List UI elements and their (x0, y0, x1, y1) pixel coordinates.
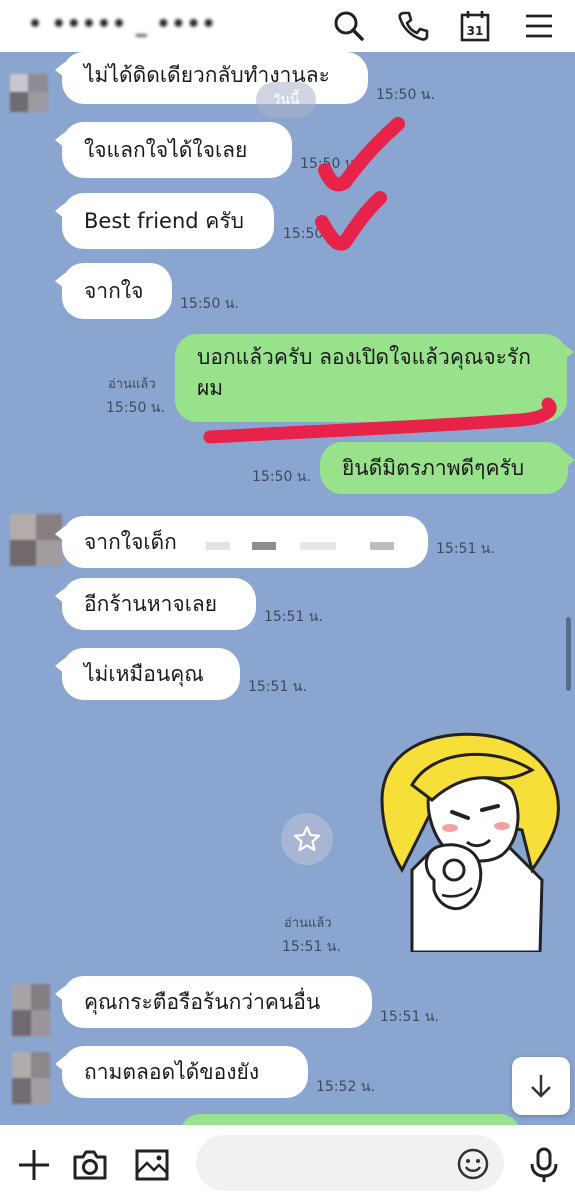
read-receipt: อ่านแล้ว (108, 377, 156, 392)
avatar[interactable] (10, 74, 48, 112)
search-icon[interactable] (331, 8, 367, 44)
message-text: ใจแลกใจได้ใจเลย (84, 137, 248, 162)
calendar-icon[interactable]: 31 (457, 8, 493, 44)
calendar-day: 31 (467, 24, 484, 38)
scroll-to-bottom-button[interactable] (512, 1057, 570, 1115)
message-time: 15:51 น. (282, 939, 341, 955)
redaction-mask (200, 516, 428, 568)
message-text: บอกแล้วครับ ลองเปิดใจแล้วคุณจะรักผม (197, 345, 531, 400)
message-bubble[interactable]: Best friend ครับ (55, 193, 274, 249)
star-button[interactable] (281, 813, 333, 865)
message-bubble[interactable]: จากใจเด็ก (55, 516, 202, 568)
message-bubble[interactable]: ใจแลกใจได้ใจเลย (55, 122, 292, 178)
sticker-image[interactable] (372, 730, 568, 952)
message-text: คุณกระตือรือร้นกว่าคนอื่น (84, 989, 321, 1014)
composer-bar (0, 1125, 575, 1200)
message-bubble[interactable] (180, 1114, 527, 1125)
message-time: 15:51 น. (264, 609, 323, 625)
message-time: 15:51 น. (248, 679, 307, 695)
image-icon[interactable] (132, 1145, 172, 1185)
message-time: 15:51 น. (436, 541, 495, 557)
avatar[interactable] (12, 984, 50, 1036)
emoji-icon[interactable] (456, 1147, 490, 1181)
message-time: 15:50 น. (180, 296, 239, 312)
message-bubble[interactable]: ไม่เหมือนคุณ (55, 648, 240, 700)
message-bubble[interactable]: ยินดีมิตรภาพดีๆครับ (320, 442, 575, 494)
menu-icon[interactable] (521, 8, 557, 44)
message-text: ไม่เหมือนคุณ (84, 661, 204, 686)
star-icon (293, 825, 321, 852)
avatar[interactable] (12, 1052, 50, 1104)
phone-icon[interactable] (395, 8, 431, 44)
message-time: 15:50 น. (283, 226, 342, 242)
message-text: จากใจ (84, 278, 144, 303)
message-text: ยินดีมิตรภาพดีๆครับ (342, 455, 525, 480)
arrow-down-icon (531, 1075, 551, 1098)
message-time: 15:51 น. (380, 1009, 439, 1025)
message-text: อีกร้านหาจเลย (84, 591, 218, 616)
message-time: 15:50 น. (376, 87, 435, 103)
contact-name[interactable]: • ••••• _ •••• (28, 12, 217, 37)
chat-header: • ••••• _ •••• 31 (0, 0, 575, 52)
message-time: 15:50 น. (300, 156, 359, 172)
message-text: จากใจเด็ก (84, 529, 177, 554)
message-bubble[interactable]: ถามตลอดได้ของยัง (55, 1046, 308, 1098)
date-badge: วันนี้ (256, 82, 316, 118)
message-text: Best friend ครับ (84, 208, 244, 233)
message-time: 15:52 น. (316, 1079, 375, 1095)
message-bubble[interactable]: จากใจ (55, 263, 172, 319)
camera-icon[interactable] (70, 1145, 110, 1185)
message-time: 15:50 น. (106, 400, 165, 416)
scrollbar[interactable] (566, 617, 571, 691)
read-receipt: อ่านแล้ว (284, 916, 332, 931)
chat-area[interactable]: ไม่ได้ดิดเดียวกลับทำงานละ 15:50 น. วันนี… (0, 52, 575, 1125)
message-text: ถามตลอดได้ของยัง (84, 1059, 260, 1084)
message-bubble[interactable]: คุณกระตือรือร้นกว่าคนอื่น (55, 976, 372, 1028)
message-bubble[interactable]: ไม่ได้ดิดเดียวกลับทำงานละ (55, 52, 368, 104)
plus-icon[interactable] (14, 1145, 54, 1185)
message-bubble[interactable]: บอกแล้วครับ ลองเปิดใจแล้วคุณจะรักผม (175, 334, 574, 422)
microphone-icon[interactable] (524, 1145, 564, 1185)
message-time: 15:50 น. (252, 469, 311, 485)
message-bubble[interactable]: อีกร้านหาจเลย (55, 578, 256, 630)
